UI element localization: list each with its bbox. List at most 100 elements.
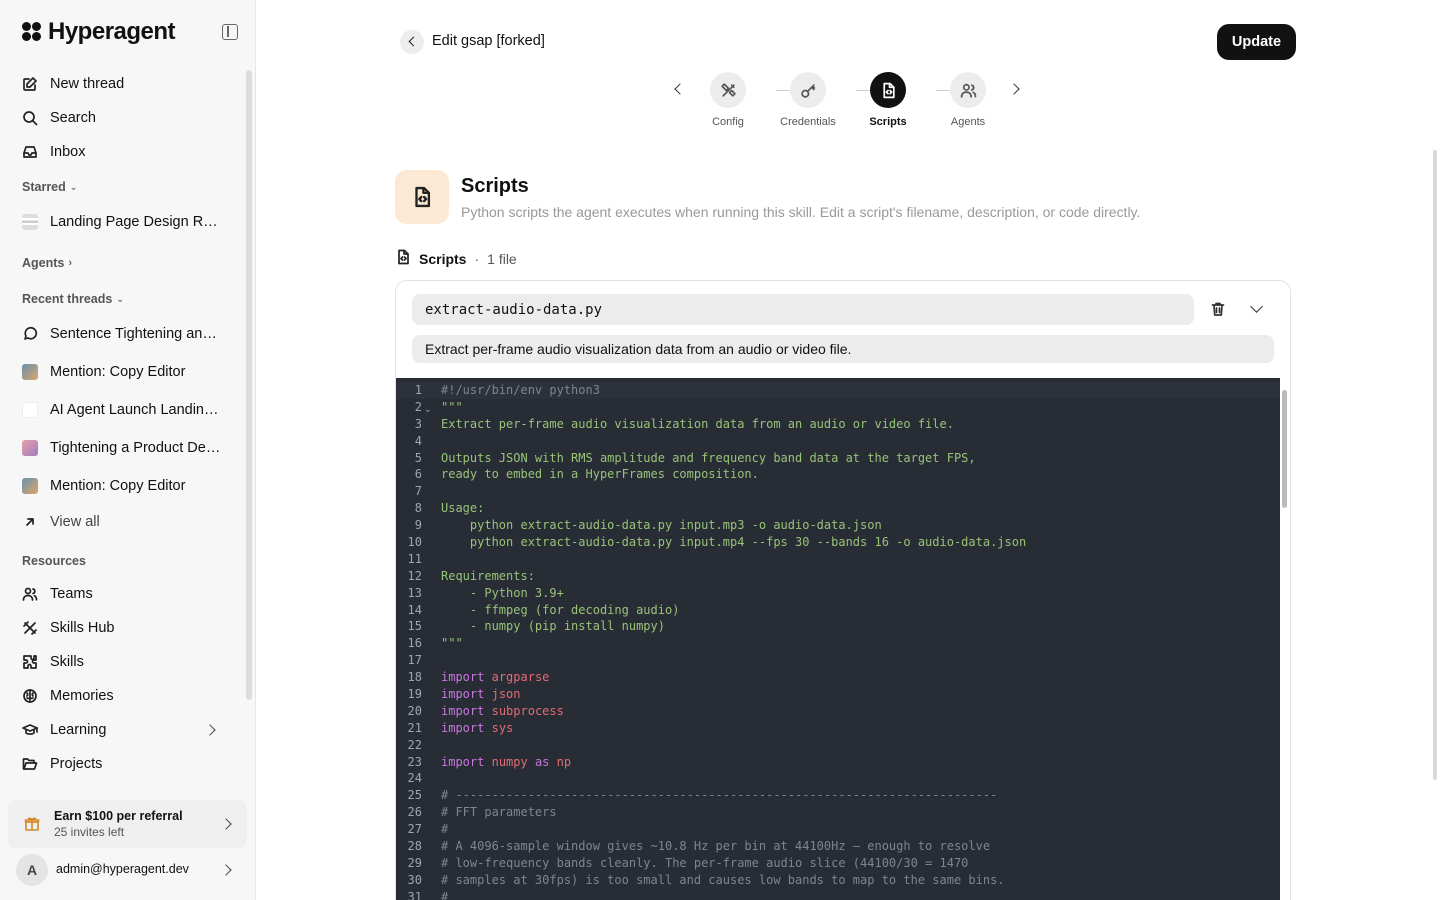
code-line: import subprocess (441, 703, 1026, 720)
agents-header[interactable]: Agents › (22, 256, 72, 270)
thread-thumbnail (22, 214, 38, 230)
recent-thread-label: Sentence Tightening and ... (50, 326, 222, 342)
recent-thread-item[interactable]: Tightening a Product Des... (22, 436, 222, 460)
step-config[interactable]: Config (688, 72, 768, 128)
code-line: # samples at 30fps) is too small and cau… (441, 872, 1005, 887)
thread-thumbnail (22, 440, 38, 456)
line-number: 26 (407, 805, 422, 820)
scripts-files-header: Scripts · 1 file (395, 249, 517, 268)
sidebar-item-memories[interactable]: Memories (22, 684, 222, 708)
step-label: Agents (950, 116, 986, 128)
line-number: 19 (407, 687, 422, 702)
sidebar-item-skills[interactable]: Skills (22, 650, 222, 674)
skills-hub-label: Skills Hub (50, 620, 115, 636)
trash-icon[interactable] (1210, 301, 1226, 322)
code-editor[interactable]: 1 2 3 4 5 6 7 8 9 10 11 12 13 14 15 16 17 18 19 20 21 22 23 24 2… (396, 378, 1280, 900)
starred-item[interactable]: Landing Page Design Rev... (22, 210, 222, 234)
fold-chevron-icon[interactable]: ⌄ (424, 404, 432, 415)
edit-icon (22, 76, 38, 92)
module-token: np (556, 754, 572, 769)
stepper-next-icon[interactable] (1008, 83, 1020, 95)
recent-thread-item[interactable]: Mention: Copy Editor (22, 474, 222, 498)
line-number: 12 (407, 568, 422, 583)
learning-label: Learning (50, 722, 107, 738)
referral-card[interactable]: Earn $100 per referral 25 invites left (8, 800, 247, 848)
separator-dot: · (474, 250, 480, 267)
search-button[interactable]: Search (22, 106, 222, 130)
code-line: # (441, 889, 449, 900)
page-scrollbar[interactable] (1433, 150, 1437, 780)
sidebar-scrollbar[interactable] (246, 70, 252, 700)
back-button[interactable] (400, 30, 424, 54)
code-line: - Python 3.9+ (441, 585, 564, 600)
code-line: # A 4096-sample window gives ~10.8 Hz pe… (441, 839, 991, 854)
starred-header[interactable]: Starred ⌄ (22, 180, 77, 194)
line-number: 24 (407, 771, 422, 786)
step-agents[interactable]: Agents (928, 72, 1008, 128)
stepper-prev-icon[interactable] (674, 83, 686, 95)
line-number: 3 (414, 416, 422, 431)
graduation-cap-icon (22, 722, 38, 738)
sidebar-scroll: New thread Search Inbox Starred ⌄ Landin… (8, 66, 248, 790)
module-token: numpy (491, 754, 528, 769)
account-menu[interactable]: A admin@hyperagent.dev (8, 852, 247, 888)
chevron-down-icon: ⌄ (69, 181, 78, 192)
recent-thread-item[interactable]: Sentence Tightening and ... (22, 322, 222, 346)
main-content: Edit gsap [forked] Update Config Credent… (256, 0, 1440, 900)
thread-thumbnail (22, 402, 38, 418)
recent-thread-item[interactable]: Mention: Copy Editor (22, 360, 222, 384)
key-icon (790, 72, 826, 108)
line-number: 1 (414, 383, 422, 397)
keyword-token: import (441, 720, 485, 735)
chevron-right-icon (220, 818, 232, 830)
agents-label: Agents (22, 256, 65, 270)
description-input[interactable] (412, 335, 1274, 363)
chevron-down-icon[interactable] (1250, 300, 1263, 313)
chevron-right-icon (220, 864, 232, 876)
recent-thread-label: Mention: Copy Editor (50, 478, 186, 494)
recent-threads-header[interactable]: Recent threads ⌄ (22, 292, 124, 306)
line-number-gutter: 1 2 3 4 5 6 7 8 9 10 11 12 13 14 15 16 17 18 19 20 21 22 23 24 2… (396, 382, 432, 900)
collapse-sidebar-icon[interactable] (222, 24, 238, 40)
step-label: Scripts (869, 116, 907, 128)
line-number: 17 (407, 653, 422, 668)
recent-thread-label: Tightening a Product Des... (50, 440, 222, 456)
sidebar-item-learning[interactable]: Learning (22, 718, 232, 742)
code-line: - ffmpeg (for decoding audio) (441, 602, 680, 617)
line-number: 5 (414, 450, 422, 465)
sidebar-item-skills-hub[interactable]: Skills Hub (22, 616, 222, 640)
code-line: Usage: (441, 501, 485, 516)
code-line: """ (441, 399, 463, 414)
code-content[interactable]: #!/usr/bin/env python3 """ Extract per-fra… (441, 382, 1026, 900)
resources-header: Resources (22, 554, 86, 568)
new-thread-button[interactable]: New thread (22, 72, 222, 96)
filename-input[interactable] (412, 294, 1194, 325)
step-credentials[interactable]: Credentials (768, 72, 848, 128)
line-number: 30 (407, 872, 422, 887)
inbox-button[interactable]: Inbox (22, 140, 222, 164)
inbox-icon (22, 144, 38, 160)
step-scripts[interactable]: Scripts (848, 72, 928, 128)
logo[interactable]: Hyperagent (22, 18, 176, 46)
line-number: 27 (407, 822, 422, 837)
view-all-link[interactable]: View all (22, 510, 222, 534)
chevron-down-icon: ⌄ (116, 293, 124, 304)
sidebar-item-teams[interactable]: Teams (22, 582, 222, 606)
line-number: 25 (407, 788, 422, 803)
thread-thumbnail (22, 364, 38, 380)
resources-label: Resources (22, 554, 86, 568)
starred-item-label: Landing Page Design Rev... (50, 214, 222, 230)
sidebar-item-projects[interactable]: Projects (22, 752, 222, 776)
recent-thread-item[interactable]: AI Agent Launch Landing ... (22, 398, 222, 422)
view-all-label: View all (50, 514, 100, 530)
search-icon (22, 110, 38, 126)
editor-scrollbar-thumb[interactable] (1282, 390, 1287, 508)
code-line: import argparse (441, 669, 1026, 686)
update-button[interactable]: Update (1217, 24, 1296, 60)
editor-scrollbar[interactable] (1282, 378, 1288, 900)
new-thread-label: New thread (50, 76, 125, 92)
keyword-token: import (441, 687, 485, 702)
